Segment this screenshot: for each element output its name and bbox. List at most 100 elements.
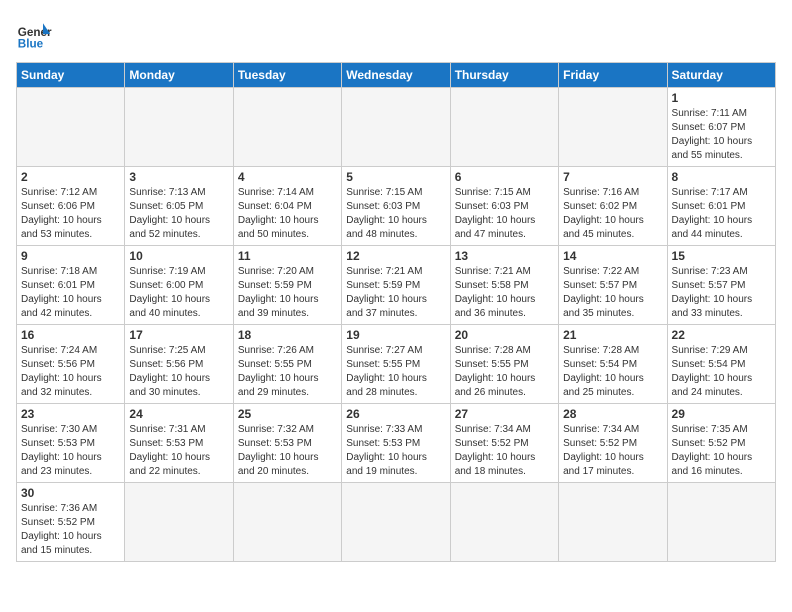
calendar-table: SundayMondayTuesdayWednesdayThursdayFrid… bbox=[16, 62, 776, 562]
calendar-cell bbox=[450, 483, 558, 562]
page-header: General Blue bbox=[16, 16, 776, 52]
day-info: Sunrise: 7:34 AMSunset: 5:52 PMDaylight:… bbox=[455, 423, 554, 479]
day-info: Sunrise: 7:21 AMSunset: 5:58 PMDaylight:… bbox=[455, 265, 554, 321]
header-day-sunday: Sunday bbox=[17, 63, 125, 88]
calendar-cell: 6 Sunrise: 7:15 AMSunset: 6:03 PMDaylight… bbox=[450, 167, 558, 246]
day-info: Sunrise: 7:36 AMSunset: 5:52 PMDaylight:… bbox=[21, 502, 120, 558]
header-day-friday: Friday bbox=[559, 63, 667, 88]
calendar-cell: 5 Sunrise: 7:15 AMSunset: 6:03 PMDaylight… bbox=[342, 167, 450, 246]
day-info: Sunrise: 7:28 AMSunset: 5:54 PMDaylight:… bbox=[563, 344, 662, 400]
calendar-cell: 14Sunrise: 7:22 AMSunset: 5:57 PMDayligh… bbox=[559, 246, 667, 325]
day-info: Sunrise: 7:15 AMSunset: 6:03 PMDaylight:… bbox=[455, 186, 554, 242]
calendar-cell: 16 Sunrise: 7:24 AMSunset: 5:56 PMDayligh… bbox=[17, 325, 125, 404]
day-number: 3 bbox=[129, 170, 228, 184]
calendar-week-2: 2 Sunrise: 7:12 AMSunset: 6:06 PMDaylight… bbox=[17, 167, 776, 246]
day-info: Sunrise: 7:27 AMSunset: 5:55 PMDaylight:… bbox=[346, 344, 445, 400]
calendar-cell: 29Sunrise: 7:35 AMSunset: 5:52 PMDayligh… bbox=[667, 404, 775, 483]
calendar-cell: 24Sunrise: 7:31 AMSunset: 5:53 PMDayligh… bbox=[125, 404, 233, 483]
day-number: 16 bbox=[21, 328, 120, 342]
calendar-cell: 22Sunrise: 7:29 AMSunset: 5:54 PMDayligh… bbox=[667, 325, 775, 404]
day-number: 28 bbox=[563, 407, 662, 421]
calendar-week-1: 1 Sunrise: 7:11 AMSunset: 6:07 PMDaylight… bbox=[17, 88, 776, 167]
day-info: Sunrise: 7:31 AMSunset: 5:53 PMDaylight:… bbox=[129, 423, 228, 479]
calendar-cell bbox=[125, 88, 233, 167]
calendar-cell: 2 Sunrise: 7:12 AMSunset: 6:06 PMDaylight… bbox=[17, 167, 125, 246]
calendar-cell bbox=[125, 483, 233, 562]
calendar-cell: 8Sunrise: 7:17 AMSunset: 6:01 PMDaylight… bbox=[667, 167, 775, 246]
day-number: 6 bbox=[455, 170, 554, 184]
day-number: 8 bbox=[672, 170, 771, 184]
day-info: Sunrise: 7:18 AMSunset: 6:01 PMDaylight:… bbox=[21, 265, 120, 321]
calendar-cell: 25 Sunrise: 7:32 AMSunset: 5:53 PMDayligh… bbox=[233, 404, 341, 483]
calendar-cell bbox=[559, 88, 667, 167]
day-number: 7 bbox=[563, 170, 662, 184]
day-number: 12 bbox=[346, 249, 445, 263]
day-number: 19 bbox=[346, 328, 445, 342]
day-info: Sunrise: 7:32 AMSunset: 5:53 PMDaylight:… bbox=[238, 423, 337, 479]
calendar-week-6: 30 Sunrise: 7:36 AMSunset: 5:52 PMDayligh… bbox=[17, 483, 776, 562]
day-info: Sunrise: 7:30 AMSunset: 5:53 PMDaylight:… bbox=[21, 423, 120, 479]
calendar-cell bbox=[450, 88, 558, 167]
calendar-cell: 15 Sunrise: 7:23 AMSunset: 5:57 PMDayligh… bbox=[667, 246, 775, 325]
day-number: 2 bbox=[21, 170, 120, 184]
calendar-cell bbox=[233, 483, 341, 562]
calendar-week-5: 23 Sunrise: 7:30 AMSunset: 5:53 PMDayligh… bbox=[17, 404, 776, 483]
day-number: 14 bbox=[563, 249, 662, 263]
header-day-wednesday: Wednesday bbox=[342, 63, 450, 88]
calendar-cell: 4 Sunrise: 7:14 AMSunset: 6:04 PMDaylight… bbox=[233, 167, 341, 246]
day-info: Sunrise: 7:25 AMSunset: 5:56 PMDaylight:… bbox=[129, 344, 228, 400]
calendar-cell: 19 Sunrise: 7:27 AMSunset: 5:55 PMDayligh… bbox=[342, 325, 450, 404]
day-number: 15 bbox=[672, 249, 771, 263]
day-info: Sunrise: 7:11 AMSunset: 6:07 PMDaylight:… bbox=[672, 107, 771, 163]
day-info: Sunrise: 7:13 AMSunset: 6:05 PMDaylight:… bbox=[129, 186, 228, 242]
day-info: Sunrise: 7:24 AMSunset: 5:56 PMDaylight:… bbox=[21, 344, 120, 400]
header-day-thursday: Thursday bbox=[450, 63, 558, 88]
calendar-cell bbox=[559, 483, 667, 562]
day-info: Sunrise: 7:15 AMSunset: 6:03 PMDaylight:… bbox=[346, 186, 445, 242]
calendar-cell: 10 Sunrise: 7:19 AMSunset: 6:00 PMDayligh… bbox=[125, 246, 233, 325]
calendar-week-4: 16 Sunrise: 7:24 AMSunset: 5:56 PMDayligh… bbox=[17, 325, 776, 404]
calendar-cell: 3 Sunrise: 7:13 AMSunset: 6:05 PMDaylight… bbox=[125, 167, 233, 246]
day-info: Sunrise: 7:20 AMSunset: 5:59 PMDaylight:… bbox=[238, 265, 337, 321]
header-day-tuesday: Tuesday bbox=[233, 63, 341, 88]
day-info: Sunrise: 7:14 AMSunset: 6:04 PMDaylight:… bbox=[238, 186, 337, 242]
svg-text:Blue: Blue bbox=[18, 38, 44, 51]
day-number: 27 bbox=[455, 407, 554, 421]
calendar-cell: 26 Sunrise: 7:33 AMSunset: 5:53 PMDayligh… bbox=[342, 404, 450, 483]
calendar-cell: 21Sunrise: 7:28 AMSunset: 5:54 PMDayligh… bbox=[559, 325, 667, 404]
day-number: 23 bbox=[21, 407, 120, 421]
calendar-cell bbox=[233, 88, 341, 167]
day-info: Sunrise: 7:23 AMSunset: 5:57 PMDaylight:… bbox=[672, 265, 771, 321]
day-number: 10 bbox=[129, 249, 228, 263]
day-number: 25 bbox=[238, 407, 337, 421]
day-number: 17 bbox=[129, 328, 228, 342]
day-number: 5 bbox=[346, 170, 445, 184]
day-info: Sunrise: 7:28 AMSunset: 5:55 PMDaylight:… bbox=[455, 344, 554, 400]
calendar-cell bbox=[667, 483, 775, 562]
day-info: Sunrise: 7:33 AMSunset: 5:53 PMDaylight:… bbox=[346, 423, 445, 479]
day-info: Sunrise: 7:12 AMSunset: 6:06 PMDaylight:… bbox=[21, 186, 120, 242]
day-number: 20 bbox=[455, 328, 554, 342]
day-number: 18 bbox=[238, 328, 337, 342]
calendar-week-3: 9Sunrise: 7:18 AMSunset: 6:01 PMDaylight… bbox=[17, 246, 776, 325]
day-number: 30 bbox=[21, 486, 120, 500]
day-info: Sunrise: 7:34 AMSunset: 5:52 PMDaylight:… bbox=[563, 423, 662, 479]
calendar-cell: 18Sunrise: 7:26 AMSunset: 5:55 PMDayligh… bbox=[233, 325, 341, 404]
calendar-cell: 27 Sunrise: 7:34 AMSunset: 5:52 PMDayligh… bbox=[450, 404, 558, 483]
calendar-cell: 28 Sunrise: 7:34 AMSunset: 5:52 PMDayligh… bbox=[559, 404, 667, 483]
day-number: 1 bbox=[672, 91, 771, 105]
day-info: Sunrise: 7:16 AMSunset: 6:02 PMDaylight:… bbox=[563, 186, 662, 242]
day-info: Sunrise: 7:19 AMSunset: 6:00 PMDaylight:… bbox=[129, 265, 228, 321]
day-number: 22 bbox=[672, 328, 771, 342]
calendar-cell: 7 Sunrise: 7:16 AMSunset: 6:02 PMDaylight… bbox=[559, 167, 667, 246]
day-number: 29 bbox=[672, 407, 771, 421]
day-number: 4 bbox=[238, 170, 337, 184]
day-number: 26 bbox=[346, 407, 445, 421]
calendar-cell: 30 Sunrise: 7:36 AMSunset: 5:52 PMDayligh… bbox=[17, 483, 125, 562]
logo-icon: General Blue bbox=[16, 16, 52, 52]
calendar-cell bbox=[342, 483, 450, 562]
calendar-cell bbox=[17, 88, 125, 167]
logo: General Blue bbox=[16, 16, 52, 52]
header-day-saturday: Saturday bbox=[667, 63, 775, 88]
day-info: Sunrise: 7:21 AMSunset: 5:59 PMDaylight:… bbox=[346, 265, 445, 321]
